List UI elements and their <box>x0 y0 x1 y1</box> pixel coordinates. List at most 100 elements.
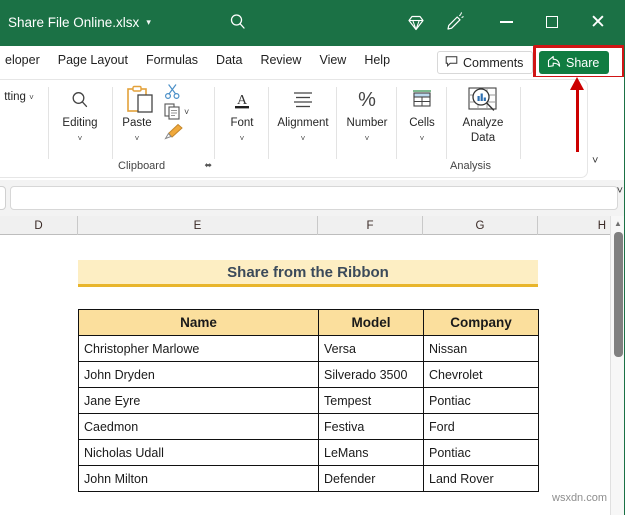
table-header-model: Model <box>318 309 424 336</box>
share-icon <box>547 55 561 71</box>
table-header-row: Name Model Company <box>78 309 539 336</box>
vertical-scrollbar[interactable]: ▲ <box>610 216 624 515</box>
close-button[interactable]: ✕ <box>576 0 620 44</box>
format-painter-icon[interactable] <box>164 123 184 145</box>
copy-chevron-down-icon[interactable]: ˅ <box>184 107 189 117</box>
group-separator <box>520 87 521 159</box>
cell-name[interactable]: Nicholas Udall <box>78 439 319 466</box>
cell-name[interactable]: Caedmon <box>78 413 319 440</box>
cell-name[interactable]: John Dryden <box>78 361 319 388</box>
cell-model[interactable]: LeMans <box>318 439 424 466</box>
worksheet-grid[interactable]: Share from the Ribbon Name Model Company… <box>0 235 610 515</box>
ribbon-group-number[interactable]: % Number ˅ <box>338 77 396 176</box>
tab-page-layout[interactable]: Page Layout <box>49 45 137 76</box>
column-header-h[interactable]: H <box>538 216 610 235</box>
ribbon-group-analysis[interactable]: Analyze Data Analysis <box>448 77 518 176</box>
paste-chevron-down-icon[interactable]: ˅ <box>114 134 160 143</box>
cells-chevron-down-icon: ˅ <box>419 134 425 143</box>
svg-text:A: A <box>237 93 248 108</box>
group-separator <box>268 87 269 159</box>
annotation-arrow-shaft <box>576 86 579 152</box>
ribbon-group-formatting[interactable]: tting ˅ <box>0 77 48 176</box>
column-header-d[interactable]: D <box>0 216 78 235</box>
cell-name[interactable]: Jane Eyre <box>78 387 319 414</box>
tab-view[interactable]: View <box>310 45 355 76</box>
minimize-icon <box>499 21 513 23</box>
tab-developer[interactable]: eloper <box>0 45 49 76</box>
editing-chevron-down-icon: ˅ <box>77 134 83 143</box>
cell-company[interactable]: Pontiac <box>423 387 539 414</box>
column-header-g[interactable]: G <box>423 216 538 235</box>
column-header-f[interactable]: F <box>318 216 423 235</box>
comments-label: Comments <box>463 55 524 70</box>
comments-button[interactable]: Comments <box>437 51 534 74</box>
tab-help[interactable]: Help <box>355 45 399 76</box>
name-box[interactable] <box>0 186 6 210</box>
clipboard-group-title: Clipboard <box>118 160 166 172</box>
table-header-company: Company <box>423 309 539 336</box>
cell-model[interactable]: Festiva <box>318 413 424 440</box>
table-row[interactable]: Nicholas Udall LeMans Pontiac <box>78 439 539 466</box>
share-button[interactable]: Share <box>539 51 610 74</box>
ribbon-group-clipboard[interactable]: ˅ Paste ˅ Clipboard ⬌ <box>114 77 214 176</box>
column-header-row: D E F G H <box>0 216 630 235</box>
percent-icon: % <box>358 89 376 111</box>
scroll-up-arrow-icon[interactable]: ▲ <box>611 216 625 230</box>
watermark: wsxdn.com <box>552 492 608 504</box>
chevron-down-icon: ˅ <box>29 93 34 102</box>
ribbon-collapse-chevron-icon[interactable]: ˅ <box>592 155 598 167</box>
cut-scissors-icon[interactable] <box>164 83 181 105</box>
cell-model[interactable]: Versa <box>318 335 424 362</box>
group-separator <box>446 87 447 159</box>
cell-name[interactable]: John Milton <box>78 465 319 492</box>
formula-input[interactable] <box>10 186 618 210</box>
formula-expand-chevron-icon[interactable]: ˅ <box>617 185 623 197</box>
table-row[interactable]: Christopher Marlowe Versa Nissan <box>78 335 539 362</box>
table-row[interactable]: Caedmon Festiva Ford <box>78 413 539 440</box>
data-table: Name Model Company Christopher Marlowe V… <box>78 309 539 492</box>
title-dropdown-caret[interactable]: ▾ <box>146 17 151 28</box>
cell-company[interactable]: Chevrolet <box>423 361 539 388</box>
table-row[interactable]: Jane Eyre Tempest Pontiac <box>78 387 539 414</box>
tab-formulas[interactable]: Formulas <box>137 45 207 76</box>
ribbon-group-editing[interactable]: Editing ˅ <box>50 77 110 176</box>
group-separator <box>48 87 49 159</box>
table-row[interactable]: John Milton Defender Land Rover <box>78 465 539 492</box>
cell-name[interactable]: Christopher Marlowe <box>78 335 319 362</box>
pen-icon[interactable] <box>443 12 465 34</box>
group-separator <box>112 87 113 159</box>
cell-company[interactable]: Nissan <box>423 335 539 362</box>
cell-model[interactable]: Tempest <box>318 387 424 414</box>
font-label: Font <box>230 117 254 129</box>
table-row[interactable]: John Dryden Silverado 3500 Chevrolet <box>78 361 539 388</box>
ribbon-group-cells[interactable]: Cells ˅ <box>398 77 446 176</box>
tab-data[interactable]: Data <box>207 45 251 76</box>
scrollbar-thumb[interactable] <box>614 232 623 357</box>
maximize-button[interactable] <box>530 0 574 44</box>
column-header-e[interactable]: E <box>78 216 318 235</box>
ribbon-tab-strip: eloper Page Layout Formulas Data Review … <box>0 44 630 77</box>
cell-model[interactable]: Silverado 3500 <box>318 361 424 388</box>
tab-review[interactable]: Review <box>251 45 310 76</box>
search-icon[interactable] <box>228 12 248 32</box>
analyze-label-line2: Data <box>470 132 496 144</box>
excel-window: Share File Online.xlsx ▾ ✕ eloper Page L… <box>0 0 630 515</box>
formula-bar-row: ˅ <box>0 180 630 216</box>
cell-company[interactable]: Ford <box>423 413 539 440</box>
copy-icon[interactable] <box>164 103 182 125</box>
cell-company[interactable]: Pontiac <box>423 439 539 466</box>
number-label: Number <box>346 117 388 129</box>
group-separator <box>396 87 397 159</box>
ribbon-group-font[interactable]: A Font ˅ <box>216 77 268 176</box>
group-separator <box>214 87 215 159</box>
window-right-edge <box>624 0 630 515</box>
minimize-button[interactable] <box>484 0 528 44</box>
ribbon-group-alignment[interactable]: Alignment ˅ <box>270 77 336 176</box>
analyze-data-icon[interactable] <box>467 86 499 119</box>
diamond-icon[interactable] <box>405 12 427 34</box>
font-chevron-down-icon: ˅ <box>239 134 245 143</box>
cell-model[interactable]: Defender <box>318 465 424 492</box>
cell-company[interactable]: Land Rover <box>423 465 539 492</box>
table-header-name: Name <box>78 309 319 336</box>
clipboard-dialog-launcher-icon[interactable]: ⬌ <box>204 160 212 171</box>
